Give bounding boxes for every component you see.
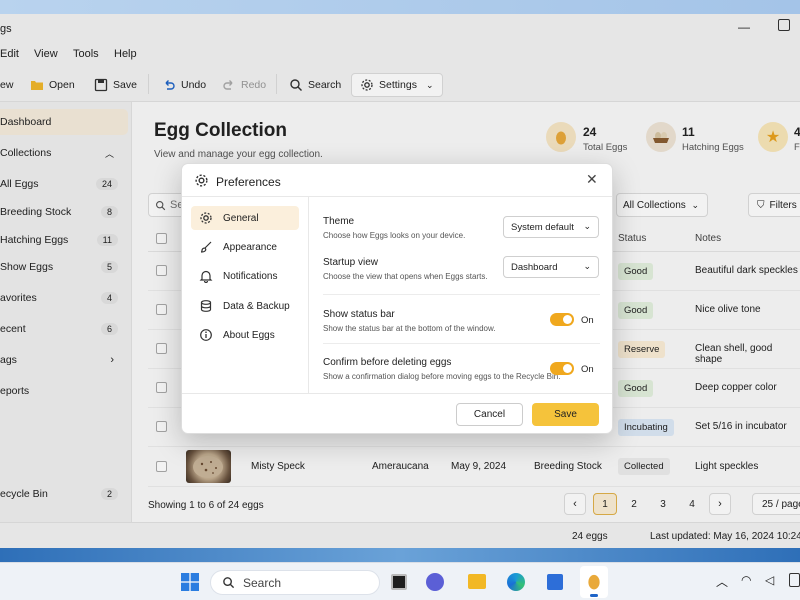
eggs-app-taskbar-button[interactable] [580,566,608,598]
chevron-down-icon: ⌄ [583,261,591,271]
theme-select-value: System default [511,221,574,233]
dialog-title: Preferences [216,175,281,189]
pref-nav-appearance[interactable]: Appearance [191,235,299,259]
active-app-indicator [590,594,598,597]
confirm-delete-description: Show a confirmation dialog before moving… [323,372,561,381]
edge-icon[interactable] [507,573,525,591]
gear-icon [194,173,209,191]
pref-nav-label: About Eggs [223,329,275,341]
pref-nav-label: General [223,212,259,224]
pref-nav-label: Data & Backup [223,300,290,312]
save-button[interactable]: Save [532,403,599,426]
brush-icon [200,241,212,253]
status-bar-toggle-state: On [581,315,594,326]
status-bar-toggle[interactable] [550,313,574,326]
status-bar-description: Show the status bar at the bottom of the… [323,324,496,333]
pref-nav-label: Appearance [223,241,277,253]
settings-divider [323,343,600,344]
taskbar: Search ︿ ◠ ◁ [0,562,800,600]
bell-icon [199,270,213,283]
store-icon[interactable] [547,574,563,590]
dialog-nav-divider [308,197,309,393]
chevron-down-icon: ⌄ [583,221,591,231]
cancel-button[interactable]: Cancel [456,403,523,426]
dialog-divider [182,196,612,197]
startup-description: Choose the view that opens when Eggs sta… [323,272,488,281]
pref-nav-general[interactable]: General [191,206,299,230]
confirm-delete-toggle[interactable] [550,362,574,375]
theme-select[interactable]: System default ⌄ [503,216,599,238]
taskbar-search-label: Search [243,575,282,590]
battery-icon[interactable] [789,573,800,587]
database-icon [200,300,212,312]
egg-icon [588,574,600,590]
theme-label: Theme [323,216,355,227]
startup-view-select[interactable]: Dashboard ⌄ [503,256,599,278]
search-icon [223,577,235,589]
confirm-delete-label: Confirm before deleting eggs [323,357,452,368]
wifi-icon[interactable]: ◠ [741,573,751,587]
info-icon [200,329,212,341]
startup-label: Startup view [323,257,379,268]
pref-nav-data-backup[interactable]: Data & Backup [191,294,299,318]
desktop-wallpaper-bottom [0,548,800,562]
confirm-delete-toggle-state: On [581,364,594,375]
chevron-up-icon[interactable]: ︿ [716,573,728,590]
taskbar-search[interactable]: Search [210,570,380,595]
pref-nav-about[interactable]: About Eggs [191,323,299,347]
file-explorer-icon[interactable] [468,574,486,589]
preferences-dialog: Preferences ✕ General Appearance Notific… [181,163,613,434]
desktop-wallpaper-top [0,0,800,14]
dialog-footer-divider [182,393,612,394]
gear-icon [200,212,212,224]
pref-nav-notifications[interactable]: Notifications [191,264,299,288]
status-bar-label: Show status bar [323,309,395,320]
theme-description: Choose how Eggs looks on your device. [323,231,466,240]
close-icon[interactable]: ✕ [586,171,598,188]
settings-divider [323,294,600,295]
volume-icon[interactable]: ◁ [765,573,774,587]
pref-nav-label: Notifications [223,270,278,282]
startup-select-value: Dashboard [511,261,558,273]
chat-icon[interactable] [426,573,444,591]
start-icon[interactable] [181,573,199,591]
task-view-icon[interactable] [391,574,407,590]
